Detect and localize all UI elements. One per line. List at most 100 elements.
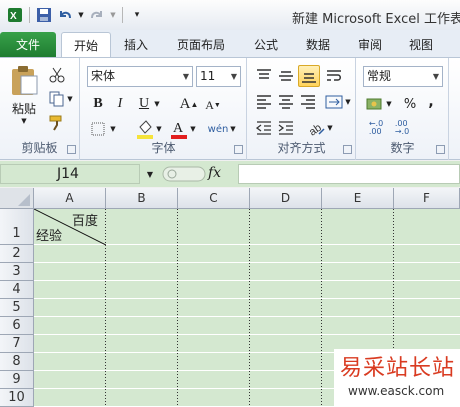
undo-icon[interactable] (56, 6, 74, 24)
currency-dropdown-icon[interactable]: ▼ (385, 98, 393, 110)
redo-icon[interactable] (88, 6, 106, 24)
orientation-dropdown-icon[interactable]: ▼ (326, 122, 334, 134)
ribbon-tabs: 文件 开始 插入 页面布局 公式 数据 审阅 视图 (0, 30, 460, 59)
copy-icon[interactable] (48, 90, 66, 108)
tab-formulas[interactable]: 公式 (243, 32, 289, 58)
merge-center-icon[interactable] (324, 92, 344, 112)
column-header-b[interactable]: B (106, 188, 178, 209)
format-painter-icon[interactable] (48, 114, 66, 132)
copy-dropdown-icon[interactable]: ▼ (66, 94, 74, 104)
align-top-icon[interactable] (254, 66, 274, 86)
row-header-4[interactable]: 4 (0, 281, 34, 299)
tab-home[interactable]: 开始 (61, 32, 111, 59)
paste-dropdown-icon[interactable]: ▼ (16, 116, 32, 126)
svg-text:X: X (10, 11, 17, 22)
clipboard-launcher-icon[interactable] (67, 145, 76, 154)
row-header-7[interactable]: 7 (0, 335, 34, 353)
column-header-f[interactable]: F (394, 188, 460, 209)
column-header-c[interactable]: C (178, 188, 250, 209)
decrease-decimal-icon[interactable]: .00 →.0 (391, 118, 413, 138)
merge-dropdown-icon[interactable]: ▼ (344, 96, 352, 108)
fill-color-icon[interactable] (135, 118, 155, 140)
redo-dropdown-icon[interactable]: ▼ (109, 6, 117, 24)
paste-icon[interactable] (8, 64, 40, 96)
chevron-down-icon: ▼ (182, 72, 189, 81)
decrease-font-icon[interactable]: A ▼ (203, 96, 223, 114)
qat-separator (29, 7, 30, 23)
align-middle-icon[interactable] (276, 66, 296, 86)
font-size-value: 11 (200, 69, 216, 83)
tab-insert[interactable]: 插入 (113, 32, 159, 58)
ribbon-home: 粘贴 ▼ ▼ 剪贴板 宋体 ▼ 11 ▼ B I U ▼ A ▲ A ▼ ▼ ▼… (0, 57, 460, 160)
underline-dropdown-icon[interactable]: ▼ (153, 98, 161, 110)
watermark-url: www.easck.com (348, 384, 445, 398)
align-center-icon[interactable] (276, 92, 296, 112)
bold-button[interactable]: B (89, 94, 107, 114)
phonetic-dropdown-icon[interactable]: ▼ (229, 124, 237, 134)
tab-data[interactable]: 数据 (295, 32, 341, 58)
save-icon[interactable] (35, 6, 53, 24)
customize-icon[interactable]: ▾ (128, 6, 146, 24)
row-header-6[interactable]: 6 (0, 317, 34, 335)
wrap-text-icon[interactable] (324, 66, 344, 86)
currency-icon[interactable] (365, 94, 385, 114)
row-header-5[interactable]: 5 (0, 299, 34, 317)
cell-a1-bottom-text: 经验 (36, 229, 63, 244)
font-size-combo[interactable]: 11 ▼ (196, 66, 241, 87)
select-all-corner[interactable] (0, 188, 34, 209)
name-box-dropdown-icon[interactable]: ▼ (144, 167, 156, 181)
number-launcher-icon[interactable] (436, 145, 445, 154)
font-launcher-icon[interactable] (234, 145, 243, 154)
excel-icon[interactable]: X (6, 6, 24, 24)
alignment-launcher-icon[interactable] (343, 145, 352, 154)
number-format-combo[interactable]: 常规 ▼ (363, 66, 443, 87)
border-dropdown-icon[interactable]: ▼ (109, 124, 117, 134)
row-header-3[interactable]: 3 (0, 263, 34, 281)
row-header-9[interactable]: 9 (0, 371, 34, 389)
fill-color-dropdown-icon[interactable]: ▼ (155, 124, 163, 134)
border-icon[interactable] (89, 120, 107, 138)
tab-page-layout[interactable]: 页面布局 (166, 32, 236, 58)
cell-a1[interactable]: 百度 经验 (34, 209, 106, 245)
window-title: 新建 Microsoft Excel 工作表 (292, 12, 460, 27)
italic-button[interactable]: I (111, 94, 129, 114)
paste-label[interactable]: 粘贴 (6, 100, 42, 116)
underline-button[interactable]: U (135, 94, 153, 114)
orientation-icon[interactable]: ab (306, 118, 326, 138)
font-color-icon[interactable]: A (169, 118, 189, 140)
font-color-dropdown-icon[interactable]: ▼ (189, 124, 197, 134)
formula-input[interactable] (238, 164, 460, 184)
column-header-e[interactable]: E (322, 188, 394, 209)
quick-access-toolbar: X ▼ ▼ ▾ (6, 6, 146, 24)
column-header-d[interactable]: D (250, 188, 322, 209)
insert-function-button[interactable]: fx (208, 164, 238, 184)
cut-icon[interactable] (48, 66, 66, 84)
row-header-10[interactable]: 10 (0, 389, 34, 407)
font-name-value: 宋体 (91, 69, 116, 83)
align-left-icon[interactable] (254, 92, 274, 112)
title-bar: X ▼ ▼ ▾ 新建 Microsoft Excel 工作表 (0, 0, 460, 30)
row-header-8[interactable]: 8 (0, 353, 34, 371)
tab-file[interactable]: 文件 (0, 32, 56, 58)
undo-dropdown-icon[interactable]: ▼ (77, 6, 85, 24)
percent-icon[interactable]: % (401, 94, 419, 114)
increase-font-icon[interactable]: A ▲ (179, 94, 199, 114)
comma-style-icon[interactable]: , (423, 92, 439, 112)
row-header-2[interactable]: 2 (0, 245, 34, 263)
increase-indent-icon[interactable] (276, 118, 296, 138)
phonetic-icon[interactable]: wén (207, 118, 229, 140)
increase-decimal-icon[interactable]: ←.0.00 (365, 118, 387, 138)
cell-a1-top-text: 百度 (71, 214, 98, 229)
formula-bar: J14 ▼ fx (0, 161, 460, 187)
font-group: 宋体 ▼ 11 ▼ B I U ▼ A ▲ A ▼ ▼ ▼ A ▼ wén ▼ … (81, 58, 247, 160)
font-name-combo[interactable]: 宋体 ▼ (87, 66, 193, 87)
column-header-a[interactable]: A (34, 188, 106, 209)
tab-view[interactable]: 视图 (398, 32, 444, 58)
align-right-icon[interactable] (298, 92, 318, 112)
tab-review[interactable]: 审阅 (347, 32, 393, 58)
name-box[interactable]: J14 (0, 164, 140, 184)
row-header-1[interactable]: 1 (0, 209, 34, 245)
align-bottom-icon[interactable] (298, 65, 320, 87)
decrease-indent-icon[interactable] (254, 118, 274, 138)
alignment-group-label: 对齐方式 (277, 141, 326, 155)
